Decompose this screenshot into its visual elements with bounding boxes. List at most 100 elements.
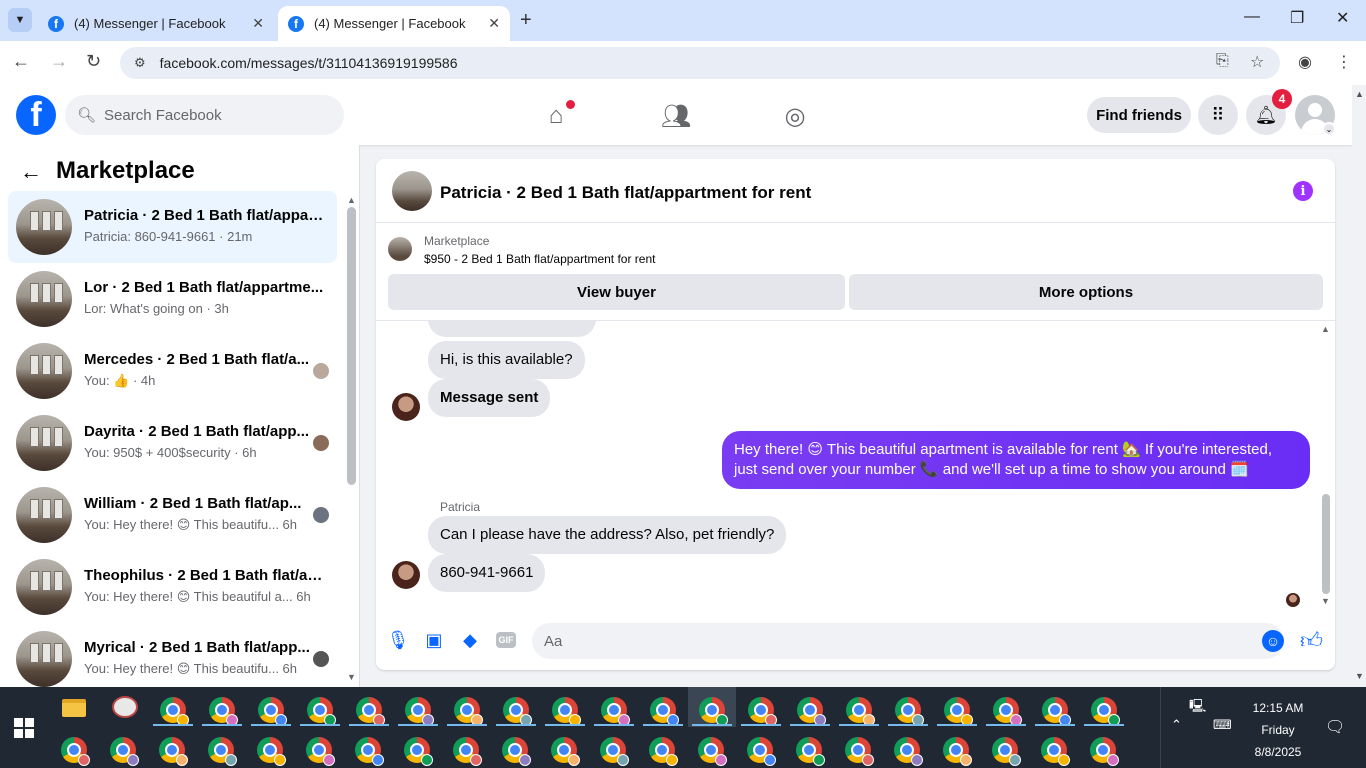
chrome-taskbar-icon[interactable] xyxy=(307,697,336,726)
thumbs-up-icon[interactable]: 👍︎ xyxy=(1300,627,1323,654)
chrome-taskbar-icon[interactable] xyxy=(502,737,531,766)
chat-scrollbar[interactable] xyxy=(1322,494,1330,594)
chat-avatar[interactable] xyxy=(392,171,432,211)
chrome-taskbar-icon[interactable] xyxy=(208,737,237,766)
chrome-taskbar-icon[interactable] xyxy=(600,737,629,766)
chrome-taskbar-icon[interactable] xyxy=(649,737,678,766)
view-buyer-button[interactable]: View buyer xyxy=(388,274,845,310)
photo-icon[interactable]: ▣ xyxy=(423,629,445,651)
chrome-taskbar-icon[interactable] xyxy=(356,697,385,726)
bookmark-star-icon[interactable]: ☆ xyxy=(1250,52,1264,72)
message-input[interactable] xyxy=(532,623,1284,659)
chrome-taskbar-icon[interactable] xyxy=(1042,697,1071,726)
account-chevron-icon[interactable]: ⌄ xyxy=(1322,122,1336,136)
site-info-icon[interactable]: ⚙ xyxy=(134,55,146,71)
conversation-item[interactable]: Myrical · 2 Bed 1 Bath flat/app... You: … xyxy=(8,623,337,687)
chrome-taskbar-icon[interactable] xyxy=(552,697,581,726)
groups-icon[interactable]: ◎ xyxy=(780,102,810,130)
conversation-item[interactable]: Theophilus · 2 Bed 1 Bath flat/ap... You… xyxy=(8,551,337,623)
chrome-taskbar-icon[interactable] xyxy=(699,697,728,726)
chrome-taskbar-icon[interactable] xyxy=(405,697,434,726)
chrome-taskbar-icon[interactable] xyxy=(257,737,286,766)
install-app-icon[interactable]: ⎘ xyxy=(1216,52,1229,70)
conversation-item[interactable]: Dayrita · 2 Bed 1 Bath flat/app... You: … xyxy=(8,407,337,479)
paint-app-icon[interactable] xyxy=(112,696,138,718)
emoji-icon[interactable]: ☺ xyxy=(1262,630,1284,652)
chrome-taskbar-icon[interactable] xyxy=(551,737,580,766)
chrome-taskbar-icon[interactable] xyxy=(797,697,826,726)
conversation-item[interactable]: Lor · 2 Bed 1 Bath flat/appartme... Lor:… xyxy=(8,263,337,335)
chrome-taskbar-icon[interactable] xyxy=(503,697,532,726)
chrome-taskbar-icon[interactable] xyxy=(601,697,630,726)
scroll-down-icon[interactable]: ▼ xyxy=(347,672,356,682)
chrome-taskbar-icon[interactable] xyxy=(698,737,727,766)
reload-icon[interactable]: ↻ xyxy=(86,51,101,72)
notification-center-icon[interactable]: 🗨︎ xyxy=(1325,717,1345,737)
address-bar[interactable]: ⚙ facebook.com/messages/t/31104136919199… xyxy=(120,47,1280,79)
network-icon[interactable]: 🖳︎ xyxy=(1189,697,1206,719)
sticker-icon[interactable]: ◆ xyxy=(459,629,481,651)
conversation-item[interactable]: Patricia · 2 Bed 1 Bath flat/appar... Pa… xyxy=(8,191,337,263)
page-scroll-down-icon[interactable]: ▼ xyxy=(1355,671,1364,681)
chat-title[interactable]: Patricia · 2 Bed 1 Bath flat/appartment … xyxy=(440,183,811,203)
chrome-taskbar-icon[interactable] xyxy=(845,737,874,766)
chrome-taskbar-icon[interactable] xyxy=(258,697,287,726)
chrome-taskbar-icon[interactable] xyxy=(846,697,875,726)
page-scroll-up-icon[interactable]: ▲ xyxy=(1355,89,1364,99)
scroll-up-icon[interactable]: ▲ xyxy=(347,195,356,205)
chrome-taskbar-icon[interactable] xyxy=(796,737,825,766)
chrome-taskbar-icon[interactable] xyxy=(650,697,679,726)
listing-title[interactable]: $950 - 2 Bed 1 Bath flat/appartment for … xyxy=(424,252,655,266)
browser-menu-icon[interactable]: ⋮ xyxy=(1336,52,1352,72)
minimize-icon[interactable]: — xyxy=(1244,8,1260,26)
facebook-logo-icon[interactable]: f xyxy=(16,95,56,135)
chrome-taskbar-icon[interactable] xyxy=(1090,737,1119,766)
chrome-taskbar-icon[interactable] xyxy=(943,737,972,766)
gif-icon[interactable]: GIF xyxy=(496,632,516,648)
browser-tab-2[interactable]: f (4) Messenger | Facebook ✕ xyxy=(278,6,510,41)
chrome-taskbar-icon[interactable] xyxy=(355,737,384,766)
forward-icon[interactable]: → xyxy=(50,51,68,72)
tab-search-icon[interactable]: ▼ xyxy=(8,8,32,32)
conversation-item[interactable]: Mercedes · 2 Bed 1 Bath flat/a... You: 👍… xyxy=(8,335,337,407)
chrome-taskbar-icon[interactable] xyxy=(944,697,973,726)
back-icon[interactable]: ← xyxy=(12,51,30,72)
conversation-item[interactable]: William · 2 Bed 1 Bath flat/ap... You: H… xyxy=(8,479,337,551)
chrome-taskbar-icon[interactable] xyxy=(895,697,924,726)
info-icon[interactable]: i xyxy=(1293,181,1313,201)
close-window-icon[interactable]: ✕ xyxy=(1336,8,1349,28)
windows-start-icon[interactable] xyxy=(14,718,34,738)
find-friends-button[interactable]: Find friends xyxy=(1087,97,1191,133)
page-scrollbar[interactable]: ▲ ▼ xyxy=(1352,85,1366,687)
chrome-taskbar-icon[interactable] xyxy=(306,737,335,766)
chrome-taskbar-icon[interactable] xyxy=(404,737,433,766)
chrome-taskbar-icon[interactable] xyxy=(159,737,188,766)
chrome-taskbar-icon[interactable] xyxy=(992,737,1021,766)
search-input[interactable]: 🔍︎ Search Facebook xyxy=(65,95,344,135)
home-icon[interactable]: ⌂ xyxy=(541,100,575,130)
chrome-taskbar-icon[interactable] xyxy=(61,737,90,766)
close-tab-icon[interactable]: ✕ xyxy=(488,15,500,32)
profile-icon[interactable]: ◉ xyxy=(1298,52,1312,72)
sidebar-scrollbar[interactable] xyxy=(347,207,356,485)
chrome-taskbar-icon[interactable] xyxy=(894,737,923,766)
chrome-taskbar-icon[interactable] xyxy=(1091,697,1120,726)
maximize-icon[interactable]: ❐ xyxy=(1290,8,1304,28)
chrome-taskbar-icon[interactable] xyxy=(993,697,1022,726)
notifications-bell-icon[interactable]: 🔔︎ 4 xyxy=(1246,89,1292,135)
chat-scroll-down-icon[interactable]: ▼ xyxy=(1321,596,1330,606)
menu-grid-icon[interactable]: ⠿ xyxy=(1198,95,1238,135)
back-arrow-icon[interactable]: ← xyxy=(20,159,42,185)
chrome-taskbar-icon[interactable] xyxy=(160,697,189,726)
chrome-taskbar-icon[interactable] xyxy=(748,697,777,726)
friends-icon[interactable]: 👥︎ xyxy=(661,102,691,130)
file-explorer-icon[interactable] xyxy=(62,699,86,717)
sender-avatar[interactable] xyxy=(392,393,420,421)
microphone-icon[interactable]: 🎙︎ xyxy=(387,629,410,651)
chat-scroll-up-icon[interactable]: ▲ xyxy=(1321,324,1330,334)
more-options-button[interactable]: More options xyxy=(849,274,1323,310)
browser-tab-1[interactable]: f (4) Messenger | Facebook ✕ xyxy=(38,6,274,41)
chrome-taskbar-icon[interactable] xyxy=(747,737,776,766)
show-hidden-icons-chevron-icon[interactable]: ⌃ xyxy=(1171,717,1182,733)
chrome-taskbar-icon[interactable] xyxy=(454,697,483,726)
